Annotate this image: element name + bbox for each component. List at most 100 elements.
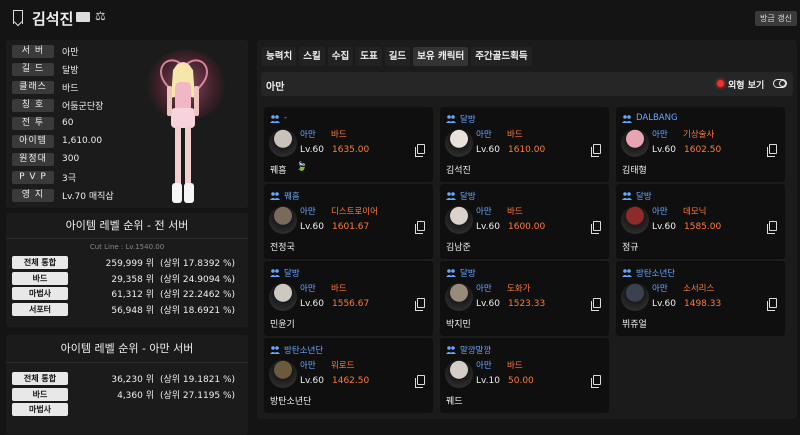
outfit-toggle[interactable] (773, 79, 787, 88)
card-character-name: 꿰흠 (270, 166, 287, 176)
card-item-level: 1498.33 (684, 299, 722, 309)
character-card[interactable]: DALBANG 아만 기상술사 Lv.60 1602.50 김태형 (616, 107, 785, 182)
character-name: 김석진 (32, 10, 74, 28)
info-value: 어둠군단장 (62, 101, 104, 112)
info-label: 서 버 (12, 44, 54, 58)
card-class: 기상술사 (683, 130, 715, 140)
character-card[interactable]: 꿰흠 아만 디스트로이어 Lv.60 1601.67 전정국 (264, 184, 433, 259)
character-card[interactable]: 방탄소년단 아만 워로드 Lv.60 1462.50 방탄소년단 (264, 338, 433, 413)
copy-icon[interactable] (415, 375, 425, 388)
refresh-button[interactable]: 방금 갱신 (755, 11, 797, 26)
server-header: 아만 외형 보기 (261, 72, 793, 96)
character-avatar (621, 129, 649, 157)
copy-icon[interactable] (415, 221, 425, 234)
ranking-label: 전체 통합 (12, 372, 68, 386)
character-card[interactable]: 달방 아만 바드 Lv.60 1556.67 민윤기 (264, 261, 433, 336)
guild-members-icon (446, 192, 456, 200)
copy-icon[interactable] (591, 375, 601, 388)
character-card[interactable]: 달방 아만 데모닉 Lv.60 1585.00 정규 (616, 184, 785, 259)
id-card-icon[interactable] (76, 12, 90, 22)
copy-icon[interactable] (415, 298, 425, 311)
ranking-label: 바드 (12, 271, 68, 285)
tab-characters[interactable]: 보유 캐릭터 (413, 47, 469, 66)
tab-skills[interactable]: 스킬 (299, 47, 325, 66)
card-guild: DALBANG (636, 113, 678, 123)
leaf-icon: 🍃 (296, 162, 308, 172)
tab-weekly-gold[interactable]: 주간골드획득 (471, 47, 532, 66)
copy-icon[interactable] (767, 221, 777, 234)
card-class: 디스트로이어 (331, 207, 378, 217)
card-guild: 달방 (460, 269, 476, 279)
info-label: 길 드 (12, 62, 54, 76)
ranking-row: 마법사 (6, 402, 248, 418)
guild-members-icon (446, 346, 456, 354)
copy-icon[interactable] (591, 144, 601, 157)
info-label: 전 투 (12, 116, 54, 130)
card-character-name: 박지민 (446, 320, 471, 330)
tab-guild[interactable]: 길드 (384, 47, 411, 66)
guild-members-icon (622, 269, 632, 277)
character-card[interactable]: 말깡말깡 아만 바드 Lv.10 50.00 꿰드 (440, 338, 609, 413)
info-label: 아이템 (12, 134, 54, 148)
card-server: 아만 (300, 284, 316, 294)
copy-icon[interactable] (767, 298, 777, 311)
character-card[interactable]: 방탄소년단 아만 소서리스 Lv.60 1498.33 뷔쥬얼 (616, 261, 785, 336)
info-value: 아만 (62, 47, 79, 58)
server-name: 아만 (266, 82, 285, 93)
character-card[interactable]: 달방 아만 바드 Lv.60 1610.00 김석진 (440, 107, 609, 182)
card-character-name: 뷔쥬얼 (622, 320, 647, 330)
bookmark-icon[interactable] (13, 10, 23, 24)
info-row-title: 칭 호 어둠군단장 (12, 98, 103, 112)
card-level: Lv.60 (652, 222, 676, 232)
card-item-level: 1462.50 (332, 376, 370, 386)
info-value: 300 (62, 154, 80, 164)
ranking-value: 36,230 위 (111, 375, 154, 386)
info-row-pvp: P V P 3극 (12, 170, 76, 184)
card-character-name: 꿰드 (446, 397, 463, 407)
tab-collection[interactable]: 수집 (327, 47, 354, 66)
info-label: P V P (12, 170, 54, 184)
card-guild: 달방 (460, 192, 476, 202)
ranking-label: 마법사 (12, 287, 68, 301)
guild-members-icon (622, 115, 632, 123)
ranking-percent: (상위 19.1821 %) (160, 375, 236, 386)
card-character-name: 전정국 (270, 243, 295, 253)
info-row-server: 서 버 아만 (12, 44, 79, 58)
info-label: 칭 호 (12, 98, 54, 112)
cutline-text: Cut Line : Lv.1540.00 (89, 243, 165, 251)
card-server: 아만 (476, 361, 492, 371)
copy-icon[interactable] (415, 144, 425, 157)
character-avatar (269, 360, 297, 388)
ranking-label: 마법사 (12, 403, 68, 417)
copy-icon[interactable] (767, 144, 777, 157)
character-card[interactable]: 달방 아만 도화가 Lv.60 1523.33 박지민 (440, 261, 609, 336)
copy-icon[interactable] (591, 298, 601, 311)
card-server: 아만 (652, 284, 668, 294)
info-label: 영 지 (12, 188, 54, 202)
tab-chart[interactable]: 도표 (356, 47, 382, 66)
info-value: Lv.70 매직삽 (62, 191, 114, 202)
card-item-level: 50.00 (508, 376, 534, 386)
guild-members-icon (270, 192, 280, 200)
character-avatar (445, 283, 473, 311)
card-server: 아만 (652, 130, 668, 140)
info-value: 3극 (62, 173, 77, 184)
card-level: Lv.60 (300, 145, 324, 155)
tab-stats[interactable]: 능력치 (262, 47, 297, 66)
card-character-name: 김석진 (446, 166, 471, 176)
character-card[interactable]: - 아만 바드 Lv.60 1635.00 꿰흠 🍃 (264, 107, 433, 182)
card-character-name: 민윤기 (270, 320, 295, 330)
scale-icon[interactable]: ⚖ (95, 9, 106, 23)
ranking-label: 서포터 (12, 302, 68, 316)
card-server: 아만 (652, 207, 668, 217)
card-item-level: 1523.33 (508, 299, 546, 309)
outfit-indicator-icon (717, 80, 724, 87)
card-class: 바드 (507, 207, 523, 217)
character-card[interactable]: 달방 아만 바드 Lv.60 1600.00 김남준 (440, 184, 609, 259)
card-item-level: 1610.00 (508, 145, 546, 155)
card-level: Lv.60 (476, 222, 500, 232)
copy-icon[interactable] (591, 221, 601, 234)
ranking-title: 아이템 레벨 순위 - 아만 서버 (6, 335, 248, 363)
info-label: 클래스 (12, 80, 54, 94)
card-server: 아만 (476, 284, 492, 294)
